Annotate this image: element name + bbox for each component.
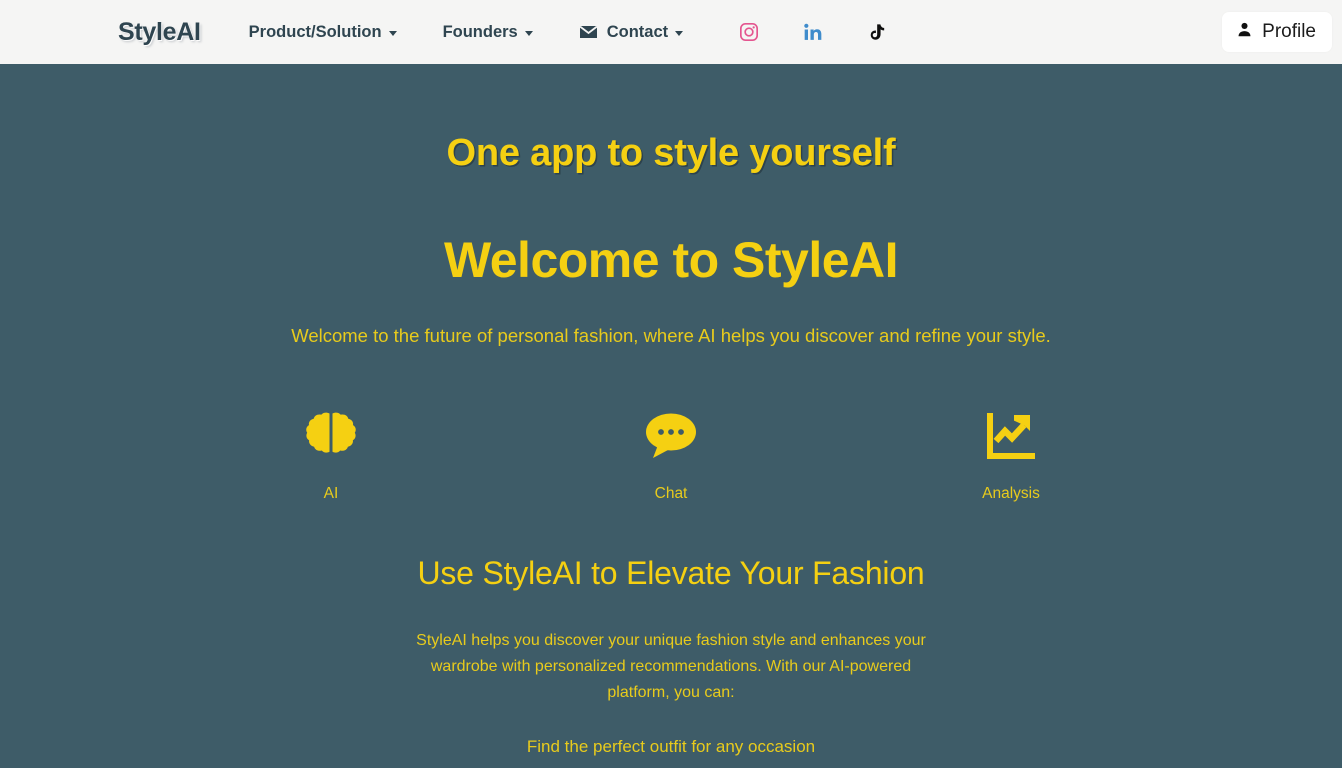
feature-list: AI Chat Analysis xyxy=(241,409,1101,503)
benefit-list: Find the perfect outfit for any occasion… xyxy=(0,730,1342,768)
elevate-body: StyleAI helps you discover your unique f… xyxy=(416,632,926,701)
profile-button-label: Profile xyxy=(1262,21,1316,42)
chat-bubble-icon xyxy=(642,409,700,465)
hero-subtitle: Welcome to the future of personal fashio… xyxy=(291,325,1051,346)
envelope-icon xyxy=(579,25,598,39)
list-item: Find the perfect outfit for any occasion xyxy=(526,737,816,756)
elevate-title: Use StyleAI to Elevate Your Fashion xyxy=(417,555,925,591)
hero-section: One app to style yourself Welcome to Sty… xyxy=(0,64,1342,768)
navbar: StyleAI Product/Solution Founders Contac… xyxy=(0,0,1342,64)
nav-item-label: Product/Solution xyxy=(248,22,382,41)
feature-analysis[interactable]: Analysis xyxy=(921,409,1101,503)
nav-item-label: Founders xyxy=(442,22,518,41)
feature-chat[interactable]: Chat xyxy=(581,409,761,503)
page-title: Welcome to StyleAI xyxy=(443,232,899,288)
chevron-down-icon xyxy=(675,30,684,36)
nav-item-product-solution[interactable]: Product/Solution xyxy=(249,23,397,42)
brain-icon xyxy=(302,409,360,465)
profile-button[interactable]: Profile xyxy=(1222,12,1332,52)
nav-item-founders[interactable]: Founders xyxy=(443,23,533,42)
chevron-down-icon xyxy=(388,30,397,36)
feature-label: Analysis xyxy=(982,485,1040,502)
user-icon xyxy=(1236,21,1253,44)
tiktok-icon[interactable] xyxy=(867,22,887,43)
nav-item-label: Contact xyxy=(606,22,669,41)
brand-logo[interactable]: StyleAI xyxy=(118,18,201,47)
nav-item-contact[interactable]: Contact xyxy=(579,22,684,42)
chevron-down-icon xyxy=(524,30,533,36)
feature-ai[interactable]: AI xyxy=(241,409,421,503)
chart-line-up-icon xyxy=(983,409,1039,465)
hero-tagline: One app to style yourself xyxy=(446,132,896,174)
feature-label: Chat xyxy=(654,485,688,502)
feature-label: AI xyxy=(323,485,339,502)
linkedin-icon[interactable] xyxy=(803,22,823,42)
instagram-icon[interactable] xyxy=(739,22,759,42)
